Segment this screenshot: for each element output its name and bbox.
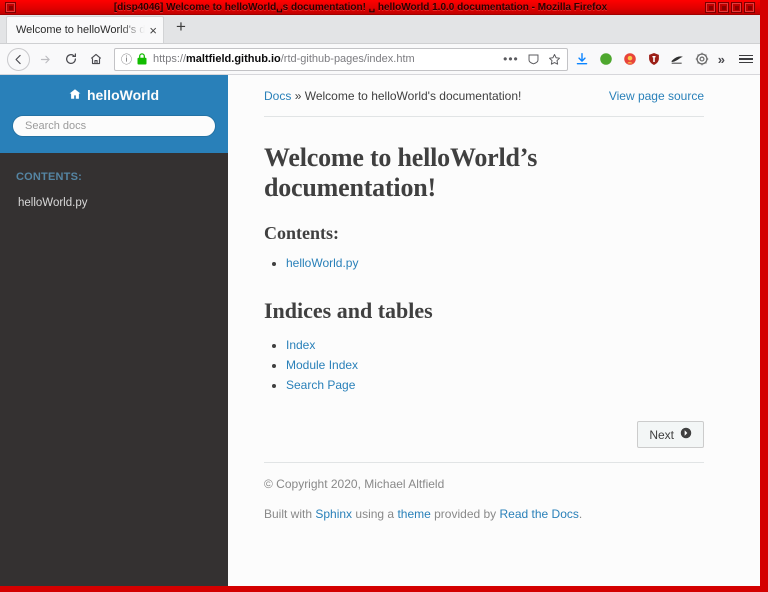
page-actions-button[interactable]: ••• (503, 52, 519, 66)
indices-heading: Indices and tables (264, 298, 704, 324)
content-link-module-index[interactable]: Module Index (286, 358, 358, 372)
breadcrumb-root-link[interactable]: Docs (264, 89, 291, 103)
breadcrumb-row: Docs » Welcome to helloWorld's documenta… (264, 89, 704, 116)
home-icon[interactable] (83, 47, 108, 72)
extension-gear-icon[interactable] (694, 51, 710, 67)
content-inner: Docs » Welcome to helloWorld's documenta… (228, 75, 728, 521)
content-link-helloworld-py[interactable]: helloWorld.py (286, 256, 358, 270)
downloads-icon[interactable] (574, 51, 590, 67)
page-title: Welcome to helloWorld’s documentation! (264, 143, 704, 203)
url-bar[interactable]: ⓘ https://maltfield.github.io/rtd-github… (114, 48, 568, 71)
window-minimize-button[interactable] (705, 2, 716, 13)
page-info-icon[interactable]: ⓘ (121, 51, 132, 67)
built-with-mid2: provided by (431, 507, 500, 521)
window-frame: [disp4046] Welcome to helloWorld␣s docum… (0, 0, 768, 592)
extension-green-icon[interactable] (598, 51, 614, 67)
url-host: maltfield.github.io (186, 53, 281, 65)
window-close-button[interactable] (744, 2, 755, 13)
read-the-docs-link[interactable]: Read the Docs (500, 507, 579, 521)
list-item: helloWorld.py (286, 254, 704, 273)
window-title: [disp4046] Welcome to helloWorld␣s docum… (16, 2, 705, 13)
extension-orange-icon[interactable] (622, 51, 638, 67)
circle-arrow-right-icon (680, 427, 692, 442)
built-with-suffix: . (579, 507, 582, 521)
theme-link[interactable]: theme (397, 507, 430, 521)
breadcrumb: Docs » Welcome to helloWorld's documenta… (264, 89, 521, 103)
reader-view-icon[interactable] (527, 53, 540, 66)
content-link-index[interactable]: Index (286, 338, 315, 352)
list-item: Search Page (286, 376, 704, 395)
sidebar-brand-label: helloWorld (87, 87, 159, 103)
url-scheme: https:// (153, 53, 186, 65)
content-pane: Docs » Welcome to helloWorld's documenta… (228, 75, 760, 586)
firefox-window: Welcome to helloWorld's doc × + ⓘ (0, 15, 760, 586)
tab-strip: Welcome to helloWorld's doc × + (0, 15, 760, 44)
breadcrumb-current: Welcome to helloWorld's documentation! (305, 89, 522, 103)
sidebar-item-helloworld-py[interactable]: helloWorld.py (0, 193, 228, 213)
contents-list: helloWorld.py (286, 254, 704, 273)
list-item: Index (286, 336, 704, 355)
hamburger-menu-icon[interactable] (739, 55, 753, 64)
built-with-prefix: Built with (264, 507, 315, 521)
contents-heading: Contents: (264, 223, 704, 244)
docs-sidebar: helloWorld CONTENTS: helloWorld.py (0, 75, 228, 586)
page-viewport: helloWorld CONTENTS: helloWorld.py Docs … (0, 75, 760, 586)
reload-icon[interactable] (58, 47, 83, 72)
footer-nav-buttons: Next (264, 395, 704, 462)
back-arrow-icon[interactable] (7, 48, 30, 71)
built-with-text: Built with Sphinx using a theme provided… (264, 507, 704, 521)
url-path: /rtd-github-pages/index.htm (281, 53, 415, 65)
sphinx-link[interactable]: Sphinx (315, 507, 352, 521)
tab-title: Welcome to helloWorld's doc (16, 24, 145, 36)
content-link-search-page[interactable]: Search Page (286, 378, 355, 392)
navigation-toolbar: ⓘ https://maltfield.github.io/rtd-github… (0, 44, 760, 75)
new-tab-button[interactable]: + (164, 18, 196, 39)
ublock-shield-icon[interactable] (646, 51, 662, 67)
close-icon[interactable]: × (145, 24, 157, 37)
browser-tab[interactable]: Welcome to helloWorld's doc × (6, 16, 164, 43)
page-footer: © Copyright 2020, Michael Altfield Built… (264, 463, 704, 521)
copyright-text: © Copyright 2020, Michael Altfield (264, 477, 704, 491)
next-button[interactable]: Next (637, 421, 704, 448)
home-icon (69, 87, 81, 103)
extensions-toolbar: » (574, 51, 753, 67)
breadcrumb-separator: » (295, 89, 302, 103)
window-restore-button[interactable] (731, 2, 742, 13)
sidebar-brand-link[interactable]: helloWorld (12, 87, 216, 103)
window-controls[interactable] (705, 2, 755, 13)
window-menu-button[interactable] (5, 2, 16, 13)
star-icon[interactable] (548, 53, 561, 66)
list-item: Module Index (286, 356, 704, 375)
view-page-source-link[interactable]: View page source (609, 89, 704, 103)
padlock-icon[interactable] (137, 53, 147, 65)
sidebar-nav: CONTENTS: helloWorld.py (0, 153, 228, 586)
url-text: https://maltfield.github.io/rtd-github-p… (153, 53, 495, 65)
built-with-mid: using a (352, 507, 397, 521)
next-button-label: Next (649, 428, 674, 442)
window-maximize-button[interactable] (718, 2, 729, 13)
search-input[interactable] (12, 115, 216, 137)
forward-arrow-icon (33, 47, 58, 72)
extension-dark-icon[interactable] (670, 51, 686, 67)
window-titlebar[interactable]: [disp4046] Welcome to helloWorld␣s docum… (0, 0, 760, 15)
indices-list: Index Module Index Search Page (286, 336, 704, 394)
document-body: Welcome to helloWorld’s documentation! C… (264, 117, 704, 521)
sidebar-header: helloWorld (0, 75, 228, 153)
sidebar-caption: CONTENTS: (0, 171, 228, 193)
overflow-chevron-icon[interactable]: » (718, 52, 725, 67)
